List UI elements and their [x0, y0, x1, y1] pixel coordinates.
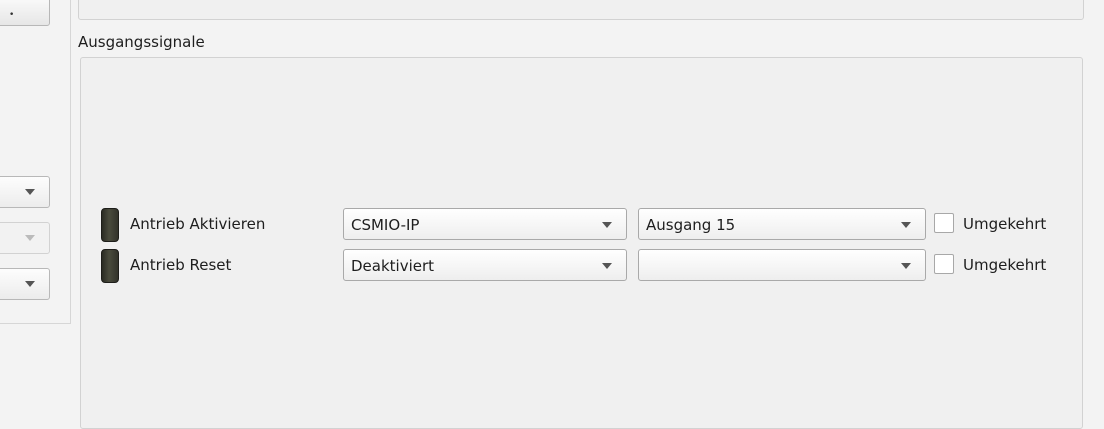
button-glyph: •	[9, 10, 15, 20]
status-led-icon	[101, 249, 119, 283]
signal-row-drive-enable: Antrieb Aktivieren CSMIO-IP Ausgang 15 U…	[0, 208, 1104, 243]
chevron-down-icon	[901, 263, 911, 269]
inverted-label[interactable]: Umgekehrt	[963, 256, 1046, 274]
signal-label: Antrieb Reset	[130, 256, 232, 274]
chevron-down-icon	[25, 189, 35, 195]
upper-group-box	[78, 0, 1084, 20]
chevron-down-icon	[602, 222, 612, 228]
device-select[interactable]: CSMIO-IP	[343, 208, 627, 240]
signal-label: Antrieb Aktivieren	[130, 215, 266, 233]
side-dropdown-1[interactable]	[0, 176, 50, 208]
signal-row-drive-reset: Antrieb Reset Deaktiviert Umgekehrt	[0, 249, 1104, 284]
inverted-checkbox[interactable]	[934, 254, 954, 274]
chevron-down-icon	[602, 263, 612, 269]
chevron-down-icon	[901, 222, 911, 228]
output-select[interactable]: Ausgang 15	[638, 208, 926, 240]
status-led-icon	[101, 208, 119, 242]
output-select[interactable]	[638, 249, 926, 281]
inverted-label[interactable]: Umgekehrt	[963, 215, 1046, 233]
device-select-value: CSMIO-IP	[351, 216, 420, 234]
clipped-button[interactable]: •	[0, 0, 50, 26]
output-select-value: Ausgang 15	[646, 216, 736, 234]
device-select[interactable]: Deaktiviert	[343, 249, 627, 281]
group-title: Ausgangssignale	[78, 33, 205, 51]
device-select-value: Deaktiviert	[351, 257, 435, 275]
output-signals-group	[80, 57, 1083, 429]
inverted-checkbox[interactable]	[934, 213, 954, 233]
